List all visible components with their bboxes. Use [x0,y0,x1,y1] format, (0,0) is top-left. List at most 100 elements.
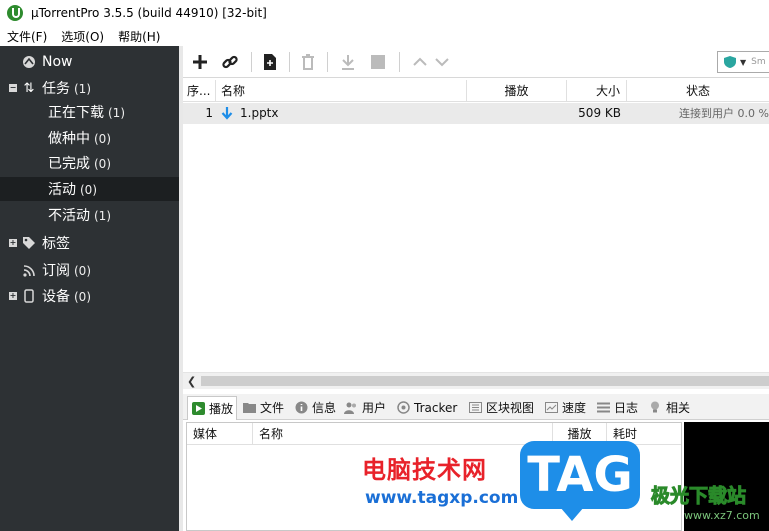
toolbar-divider [327,52,328,72]
tab-label: 播放 [209,402,234,416]
table-row[interactable]: 1 1.pptx 509 KB 连接到用户 0.0 % [183,103,769,124]
rss-icon [21,262,37,278]
scroll-left-icon[interactable]: ❮ [187,375,196,388]
collapse-toggle[interactable]: − [9,84,17,92]
menu-file[interactable]: 文件(F) [0,28,54,45]
sidebar-item-label: 设备 [42,289,70,305]
sidebar-item-completed[interactable]: 已完成 (0) [0,151,179,175]
watermark-site-name: 极光下载站 [650,485,747,508]
tracker-icon [396,401,410,415]
watermark-url: www.tagxp.com [365,488,519,508]
move-down-button[interactable] [431,51,453,73]
delete-button[interactable] [297,51,319,73]
download-arrow-icon [221,103,237,124]
column-header-media[interactable]: 媒体 [187,423,253,445]
sidebar-item-devices[interactable]: + 设备 (0) [0,284,179,308]
column-header-name[interactable]: 名称 [216,80,467,102]
sidebar-item-feeds[interactable]: 订阅 (0) [0,258,179,282]
sidebar-item-label: 已完成 [48,156,90,172]
utorrent-logo-icon [7,5,23,21]
sidebar: Now − ⇅ 任务 (1) 正在下载 (1) 做种中 (0) 已完成 (0) 活动 (0… [0,46,179,531]
column-header-name[interactable]: 名称 [253,423,553,445]
tab-label: 日志 [614,401,639,415]
sidebar-item-count: (1) [94,209,111,223]
sidebar-item-count: (0) [94,157,111,171]
start-download-button[interactable] [337,51,359,73]
row-play [467,103,567,124]
tab-label: 相关 [666,401,691,415]
menu-bar: 文件(F) 选项(O) 帮助(H) [0,26,769,46]
row-status: 连接到用户 0.0 % [679,107,769,120]
window-title: µTorrentPro 3.5.5 (build 44910) [32-bit] [31,6,267,20]
pieces-icon [468,401,482,415]
sidebar-item-now[interactable]: Now [0,50,179,74]
toolbar-divider [399,52,400,72]
sidebar-item-label: 标签 [42,236,70,252]
tab-label: 信息 [312,401,337,415]
sidebar-item-tasks[interactable]: − ⇅ 任务 (1) [0,76,179,100]
sidebar-item-label: 订阅 [42,263,70,279]
tab-trackers[interactable]: Tracker [393,397,460,418]
device-icon [21,288,37,304]
search-input[interactable]: Sm [751,57,765,67]
watermark-text: 电脑技术网 [362,456,487,484]
torrent-list-header: 序... 名称 播放 大小 状态 [183,80,769,102]
sidebar-item-downloading[interactable]: 正在下载 (1) [0,100,179,124]
column-header-play[interactable]: 播放 [467,80,567,102]
toolbar-divider [251,52,252,72]
sidebar-item-labels[interactable]: + 标签 [0,231,179,255]
tab-speed[interactable]: 速度 [541,397,589,418]
stop-button[interactable] [367,51,389,73]
expand-toggle[interactable]: + [9,292,17,300]
sidebar-item-label: 做种中 [48,131,90,147]
search-box[interactable]: ▼ Sm [717,51,769,73]
sidebar-item-label: 正在下载 [48,105,104,121]
tab-pieces[interactable]: 区块视图 [465,397,537,418]
row-name: 1.pptx [240,106,279,120]
watermark-site-url: www.xz7.com [684,509,760,522]
lightbulb-icon [648,401,662,415]
column-header-index[interactable]: 序... [183,80,216,102]
search-dropdown-arrow-icon[interactable]: ▼ [740,58,746,67]
tab-related[interactable]: 相关 [645,397,693,418]
tab-play[interactable]: 播放 [187,396,238,420]
menu-options[interactable]: 选项(O) [54,28,111,45]
expand-toggle[interactable]: + [9,239,17,247]
tab-info[interactable]: 信息 [291,397,339,418]
sidebar-item-count: (1) [108,106,125,120]
folder-icon [242,401,256,415]
tab-label: 速度 [562,401,587,415]
sidebar-item-label: 不活动 [48,208,90,224]
create-torrent-button[interactable] [259,51,281,73]
add-torrent-button[interactable] [189,51,211,73]
column-header-status[interactable]: 状态 [627,80,769,102]
watermark-tag-logo: TAG [520,441,640,521]
horizontal-scrollbar[interactable]: ❮ [183,372,769,389]
sidebar-item-count: (1) [74,82,91,96]
sidebar-item-count: (0) [74,290,91,304]
tab-peers[interactable]: 用户 [341,397,389,418]
scrollbar-thumb[interactable] [201,376,769,386]
menu-help[interactable]: 帮助(H) [111,28,167,45]
speed-graph-icon [544,401,558,415]
sidebar-item-label: 活动 [48,182,76,198]
row-index: 1 [205,106,213,120]
users-icon [344,401,358,415]
info-icon [294,401,308,415]
move-up-button[interactable] [409,51,431,73]
tab-label: Tracker [414,400,458,415]
tab-files[interactable]: 文件 [239,397,287,418]
tab-label: 区块视图 [486,401,535,415]
sidebar-item-seeding[interactable]: 做种中 (0) [0,126,179,150]
column-header-size[interactable]: 大小 [567,80,627,102]
sidebar-item-active[interactable]: 活动 (0) [0,177,179,201]
sidebar-item-inactive[interactable]: 不活动 (1) [0,203,179,227]
sidebar-item-label: 任务 [42,81,70,97]
tag-icon [21,235,37,251]
tab-label: 用户 [362,401,387,415]
toolbar-divider [289,52,290,72]
add-link-button[interactable] [219,51,241,73]
tab-logger[interactable]: 日志 [593,397,641,418]
tab-label: 文件 [260,401,285,415]
sidebar-item-label: Now [42,54,73,70]
